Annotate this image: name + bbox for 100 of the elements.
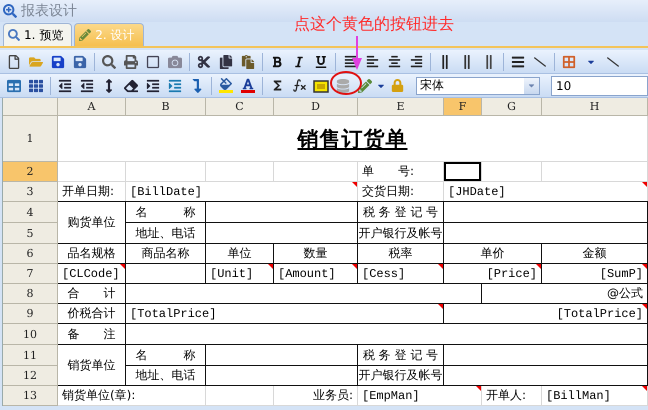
table-cell bbox=[206, 386, 274, 406]
table-cell: 开户银行及帐号 bbox=[358, 223, 444, 244]
table-cell: 税 务 登 记 号 bbox=[358, 202, 444, 223]
table-cell: 开单日期: bbox=[58, 182, 126, 202]
function-icon[interactable] bbox=[292, 78, 306, 93]
table-cell bbox=[58, 162, 126, 182]
italic-icon[interactable] bbox=[293, 56, 305, 68]
table-icon[interactable] bbox=[7, 78, 21, 92]
table-cell: 价税合计 bbox=[58, 304, 126, 324]
eraser-icon[interactable] bbox=[124, 78, 138, 92]
font-color-icon[interactable] bbox=[241, 78, 255, 93]
table-cell: 单位 bbox=[206, 244, 274, 264]
save-icon[interactable] bbox=[51, 54, 65, 68]
table-cell: [TotalPrice] bbox=[126, 304, 444, 324]
table-cell: [TotalPrice] bbox=[444, 304, 648, 324]
print-icon[interactable] bbox=[124, 54, 138, 68]
column-header[interactable]: H bbox=[542, 98, 648, 116]
report-title: 销售订货单 bbox=[58, 116, 648, 162]
table-cell: [CLCode] bbox=[58, 264, 126, 284]
row-header[interactable]: 8 bbox=[3, 284, 58, 304]
table-cell: 数量 bbox=[274, 244, 358, 264]
table-cell bbox=[206, 162, 274, 182]
append-column-icon[interactable] bbox=[168, 78, 182, 92]
table-cell: 地址、电话 bbox=[126, 366, 206, 386]
diagonal-line-icon[interactable] bbox=[534, 56, 546, 68]
table-cell: [Amount] bbox=[274, 264, 358, 284]
table-cell: 名 称 bbox=[126, 202, 206, 223]
table-cell: 商品名称 bbox=[126, 244, 206, 264]
align-right-icon[interactable] bbox=[410, 55, 422, 68]
table-cell: 单价 bbox=[444, 244, 542, 264]
table-cell: 备 注 bbox=[58, 324, 126, 345]
bold-icon[interactable] bbox=[271, 56, 283, 68]
database-icon[interactable] bbox=[336, 78, 350, 92]
preview-icon[interactable] bbox=[102, 54, 116, 68]
camera-icon[interactable] bbox=[168, 54, 182, 68]
row-header[interactable]: 9 bbox=[3, 304, 58, 324]
grid-icon[interactable] bbox=[562, 54, 576, 68]
cut-icon[interactable] bbox=[197, 54, 211, 68]
font-select[interactable]: 宋体 bbox=[416, 76, 540, 94]
annotation-circle bbox=[330, 71, 362, 95]
font-size-field[interactable]: 10 bbox=[551, 76, 648, 96]
align-center-icon[interactable] bbox=[388, 55, 400, 68]
underline-icon[interactable] bbox=[315, 56, 327, 68]
column-header[interactable]: A bbox=[58, 98, 126, 116]
table-cell: 金额 bbox=[542, 244, 648, 264]
row-header[interactable]: 7 bbox=[3, 264, 58, 284]
grid-icon[interactable] bbox=[29, 78, 43, 92]
table-cell: 品名规格 bbox=[58, 244, 126, 264]
table-cell: 税率 bbox=[358, 244, 444, 264]
column-header[interactable]: D bbox=[274, 98, 358, 116]
tab[interactable]: 1. 预览 bbox=[3, 23, 72, 46]
table-cell: 合 计 bbox=[58, 284, 126, 304]
column-header[interactable]: E bbox=[358, 98, 444, 116]
table-cell: 名 称 bbox=[126, 345, 206, 366]
table-cell: [BillMan] bbox=[542, 386, 648, 406]
table-cell: [Unit] bbox=[206, 264, 274, 284]
app-icon bbox=[3, 4, 17, 18]
edit-icon[interactable] bbox=[358, 78, 372, 92]
row-header[interactable]: 5 bbox=[3, 223, 58, 244]
table-cell: [BillDate] bbox=[126, 182, 358, 202]
table-cell: 开户银行及帐号 bbox=[358, 366, 444, 386]
insert-left-icon[interactable] bbox=[58, 78, 72, 92]
row-header[interactable]: 4 bbox=[3, 202, 58, 223]
save-all-icon[interactable] bbox=[73, 54, 87, 68]
table-cell: 交货日期: bbox=[358, 182, 444, 202]
diagonal-line-icon[interactable] bbox=[607, 56, 619, 68]
pencil-icon bbox=[79, 29, 92, 41]
table-cell: @公式 bbox=[482, 284, 648, 304]
row-header[interactable]: 10 bbox=[3, 324, 58, 345]
annotation-text: 点这个黄色的按钮进去 bbox=[294, 14, 454, 35]
column-header[interactable]: B bbox=[126, 98, 206, 116]
row-header[interactable]: 6 bbox=[3, 244, 58, 264]
table-cell: 税 务 登 记 号 bbox=[358, 345, 444, 366]
paste-icon[interactable] bbox=[241, 54, 255, 68]
table-cell: [Cess] bbox=[358, 264, 444, 284]
table-cell: 地址、电话 bbox=[126, 223, 206, 244]
column-header[interactable]: F bbox=[444, 98, 482, 116]
row-header[interactable]: 3 bbox=[3, 182, 58, 202]
insert-column-icon[interactable] bbox=[80, 78, 94, 92]
table-cell: 单 号: bbox=[358, 162, 444, 182]
column-header[interactable]: G bbox=[482, 98, 542, 116]
magnifier-icon bbox=[8, 29, 20, 41]
row-header[interactable]: 2 bbox=[3, 162, 58, 182]
table-cell: 开单人: bbox=[482, 386, 542, 406]
table-cell: [EmpMan] bbox=[358, 386, 482, 406]
align-left-icon[interactable] bbox=[366, 55, 378, 68]
copy-icon[interactable] bbox=[219, 54, 233, 68]
row-header[interactable]: 12 bbox=[3, 366, 58, 386]
table-cell: [Price] bbox=[444, 264, 542, 284]
column-header[interactable]: C bbox=[206, 98, 274, 116]
new-file-icon[interactable] bbox=[7, 54, 21, 68]
fill-color-icon[interactable] bbox=[219, 78, 233, 93]
insert-right-icon[interactable] bbox=[146, 78, 160, 92]
row-header[interactable]: 11 bbox=[3, 345, 58, 366]
table-cell: [SumP] bbox=[542, 264, 648, 284]
horizontal-lines-icon[interactable] bbox=[511, 54, 525, 68]
window-title: 报表设计 bbox=[21, 2, 77, 20]
data-source-icon[interactable] bbox=[313, 78, 329, 92]
row-header[interactable]: 1 bbox=[3, 116, 58, 162]
row-header[interactable]: 13 bbox=[3, 386, 58, 406]
